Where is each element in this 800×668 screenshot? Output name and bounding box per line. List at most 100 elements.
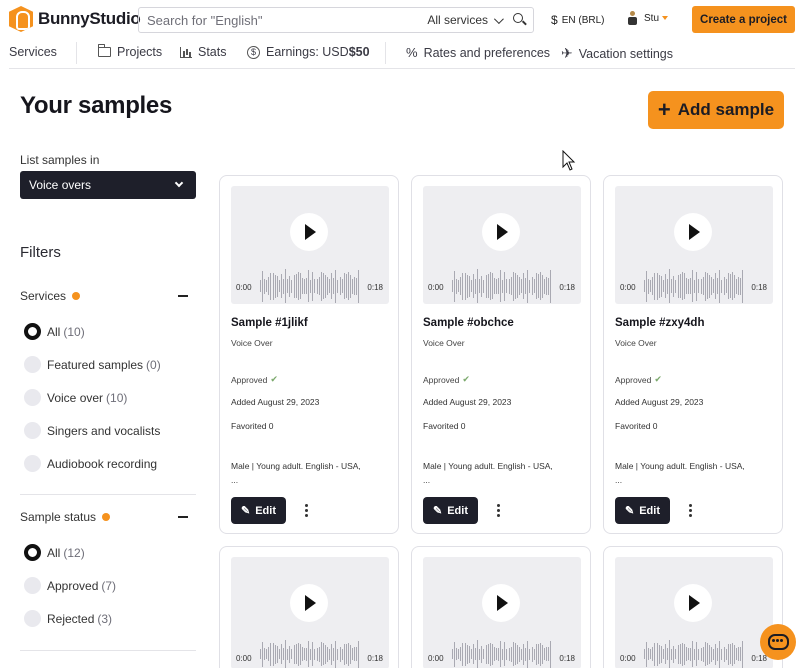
- user-menu[interactable]: Stu: [628, 11, 669, 25]
- waveform-bar: [276, 645, 278, 663]
- waveform[interactable]: [260, 640, 360, 668]
- play-icon[interactable]: [482, 213, 520, 251]
- waveform[interactable]: [644, 269, 744, 303]
- radio-selected-icon: [24, 544, 41, 561]
- search-input[interactable]: [147, 12, 428, 28]
- waveform-bar: [704, 642, 706, 666]
- waveform-bar: [303, 648, 305, 660]
- waveform-bar: [260, 280, 261, 292]
- filter-service-all[interactable]: All (10): [24, 323, 85, 340]
- waveform-bar: [706, 643, 708, 665]
- filter-service-voice-over[interactable]: Voice over (10): [24, 389, 127, 406]
- waveform-bar: [264, 648, 266, 660]
- waveform-bar: [736, 648, 738, 660]
- sample-status: Approved ✔: [615, 374, 662, 385]
- time-start: 0:00: [620, 654, 636, 663]
- waveform[interactable]: [452, 269, 552, 303]
- edit-button[interactable]: ✎ Edit: [423, 497, 478, 524]
- filter-service-audiobook[interactable]: Audiobook recording: [24, 455, 157, 472]
- add-sample-button[interactable]: + Add sample: [648, 91, 784, 129]
- approved-check-icon: ✔: [654, 374, 662, 384]
- sub-nav: Services Projects Stats $ Earnings: USD $…: [0, 40, 800, 68]
- waveform-bar: [283, 278, 285, 294]
- play-icon[interactable]: [674, 584, 712, 622]
- filter-status-all[interactable]: All (12): [24, 544, 85, 561]
- radio-selected-icon: [24, 323, 41, 340]
- waveform-bar: [717, 647, 719, 661]
- waveform-bar: [546, 647, 548, 661]
- logo-text: BunnyStudio: [38, 9, 141, 28]
- waveform-bar: [702, 277, 704, 295]
- currency-language-selector[interactable]: $ EN (BRL): [551, 13, 604, 27]
- waveform-bar: [506, 648, 508, 660]
- waveform-bar: [544, 648, 546, 660]
- waveform-bar: [690, 647, 692, 661]
- sample-card: 0:00 0:18: [219, 546, 399, 668]
- nav-earnings[interactable]: $ Earnings: USD $50: [247, 45, 370, 59]
- nav-stats[interactable]: Stats: [180, 45, 227, 59]
- waveform-bar: [660, 645, 662, 663]
- logo[interactable]: BunnyStudio: [9, 6, 141, 32]
- pencil-icon: ✎: [625, 505, 635, 517]
- waveform-bar: [719, 269, 721, 303]
- waveform-bar: [512, 271, 514, 301]
- play-icon[interactable]: [674, 213, 712, 251]
- waveform-bar: [527, 640, 529, 668]
- waveform-bar: [740, 647, 742, 661]
- waveform[interactable]: [260, 269, 360, 303]
- waveform-bar: [658, 274, 660, 298]
- waveform-bar: [662, 649, 664, 659]
- filter-status-approved[interactable]: Approved (7): [24, 577, 116, 594]
- more-options-icon[interactable]: [495, 503, 501, 517]
- option-label: Audiobook recording: [47, 456, 158, 471]
- nav-projects[interactable]: Projects: [98, 44, 162, 59]
- waveform-bar: [339, 646, 341, 662]
- waveform[interactable]: [644, 640, 744, 668]
- nav-services[interactable]: Services: [9, 45, 57, 59]
- waveform-bar: [679, 644, 681, 664]
- waveform-bar: [529, 648, 531, 660]
- more-options-icon[interactable]: [303, 503, 309, 517]
- option-count: (3): [97, 611, 113, 626]
- waveform-bar: [702, 646, 704, 662]
- waveform-bar: [521, 648, 523, 660]
- sample-description-line: Male | Young adult. English - USA,: [423, 461, 553, 471]
- waveform-bar: [483, 279, 485, 293]
- sample-type: Voice Over: [615, 338, 657, 348]
- more-options-icon[interactable]: [687, 503, 693, 517]
- search-icon[interactable]: [507, 8, 533, 32]
- play-icon[interactable]: [290, 584, 328, 622]
- waveform-bar: [291, 279, 293, 293]
- waveform-bar: [656, 272, 658, 300]
- waveform-bar: [462, 272, 464, 300]
- waveform-bar: [466, 644, 468, 664]
- status-filter-header[interactable]: Sample status: [20, 509, 196, 525]
- edit-label: Edit: [639, 504, 660, 517]
- edit-button[interactable]: ✎ Edit: [615, 497, 670, 524]
- collapse-icon[interactable]: [178, 295, 188, 297]
- waveform-bar: [314, 279, 316, 293]
- create-project-button[interactable]: Create a project: [692, 6, 795, 33]
- filter-status-rejected[interactable]: Rejected (3): [24, 610, 112, 627]
- nav-vacation[interactable]: ✈ Vacation settings: [561, 45, 673, 62]
- play-icon[interactable]: [482, 584, 520, 622]
- waveform-bar: [352, 278, 354, 294]
- list-samples-select[interactable]: Voice overs: [20, 171, 196, 199]
- filter-service-featured[interactable]: Featured samples (0): [24, 356, 161, 373]
- sample-description-more: ...: [231, 475, 239, 485]
- search-scope-select[interactable]: All services: [427, 13, 504, 27]
- edit-button[interactable]: ✎ Edit: [231, 497, 286, 524]
- filter-service-singers[interactable]: Singers and vocalists: [24, 422, 160, 439]
- waveform-bar: [677, 274, 679, 298]
- collapse-icon[interactable]: [178, 516, 188, 518]
- search-scope-label: All services: [427, 13, 488, 27]
- play-icon[interactable]: [290, 213, 328, 251]
- chat-support-icon[interactable]: [760, 624, 796, 660]
- services-filter-header[interactable]: Services: [20, 288, 196, 304]
- waveform-bar: [516, 644, 518, 664]
- waveform-bar: [519, 646, 520, 662]
- waveform[interactable]: [452, 640, 552, 668]
- nav-rates[interactable]: % Rates and preferences: [406, 45, 550, 60]
- status-label: Approved: [231, 374, 268, 385]
- waveform-bar: [266, 649, 268, 659]
